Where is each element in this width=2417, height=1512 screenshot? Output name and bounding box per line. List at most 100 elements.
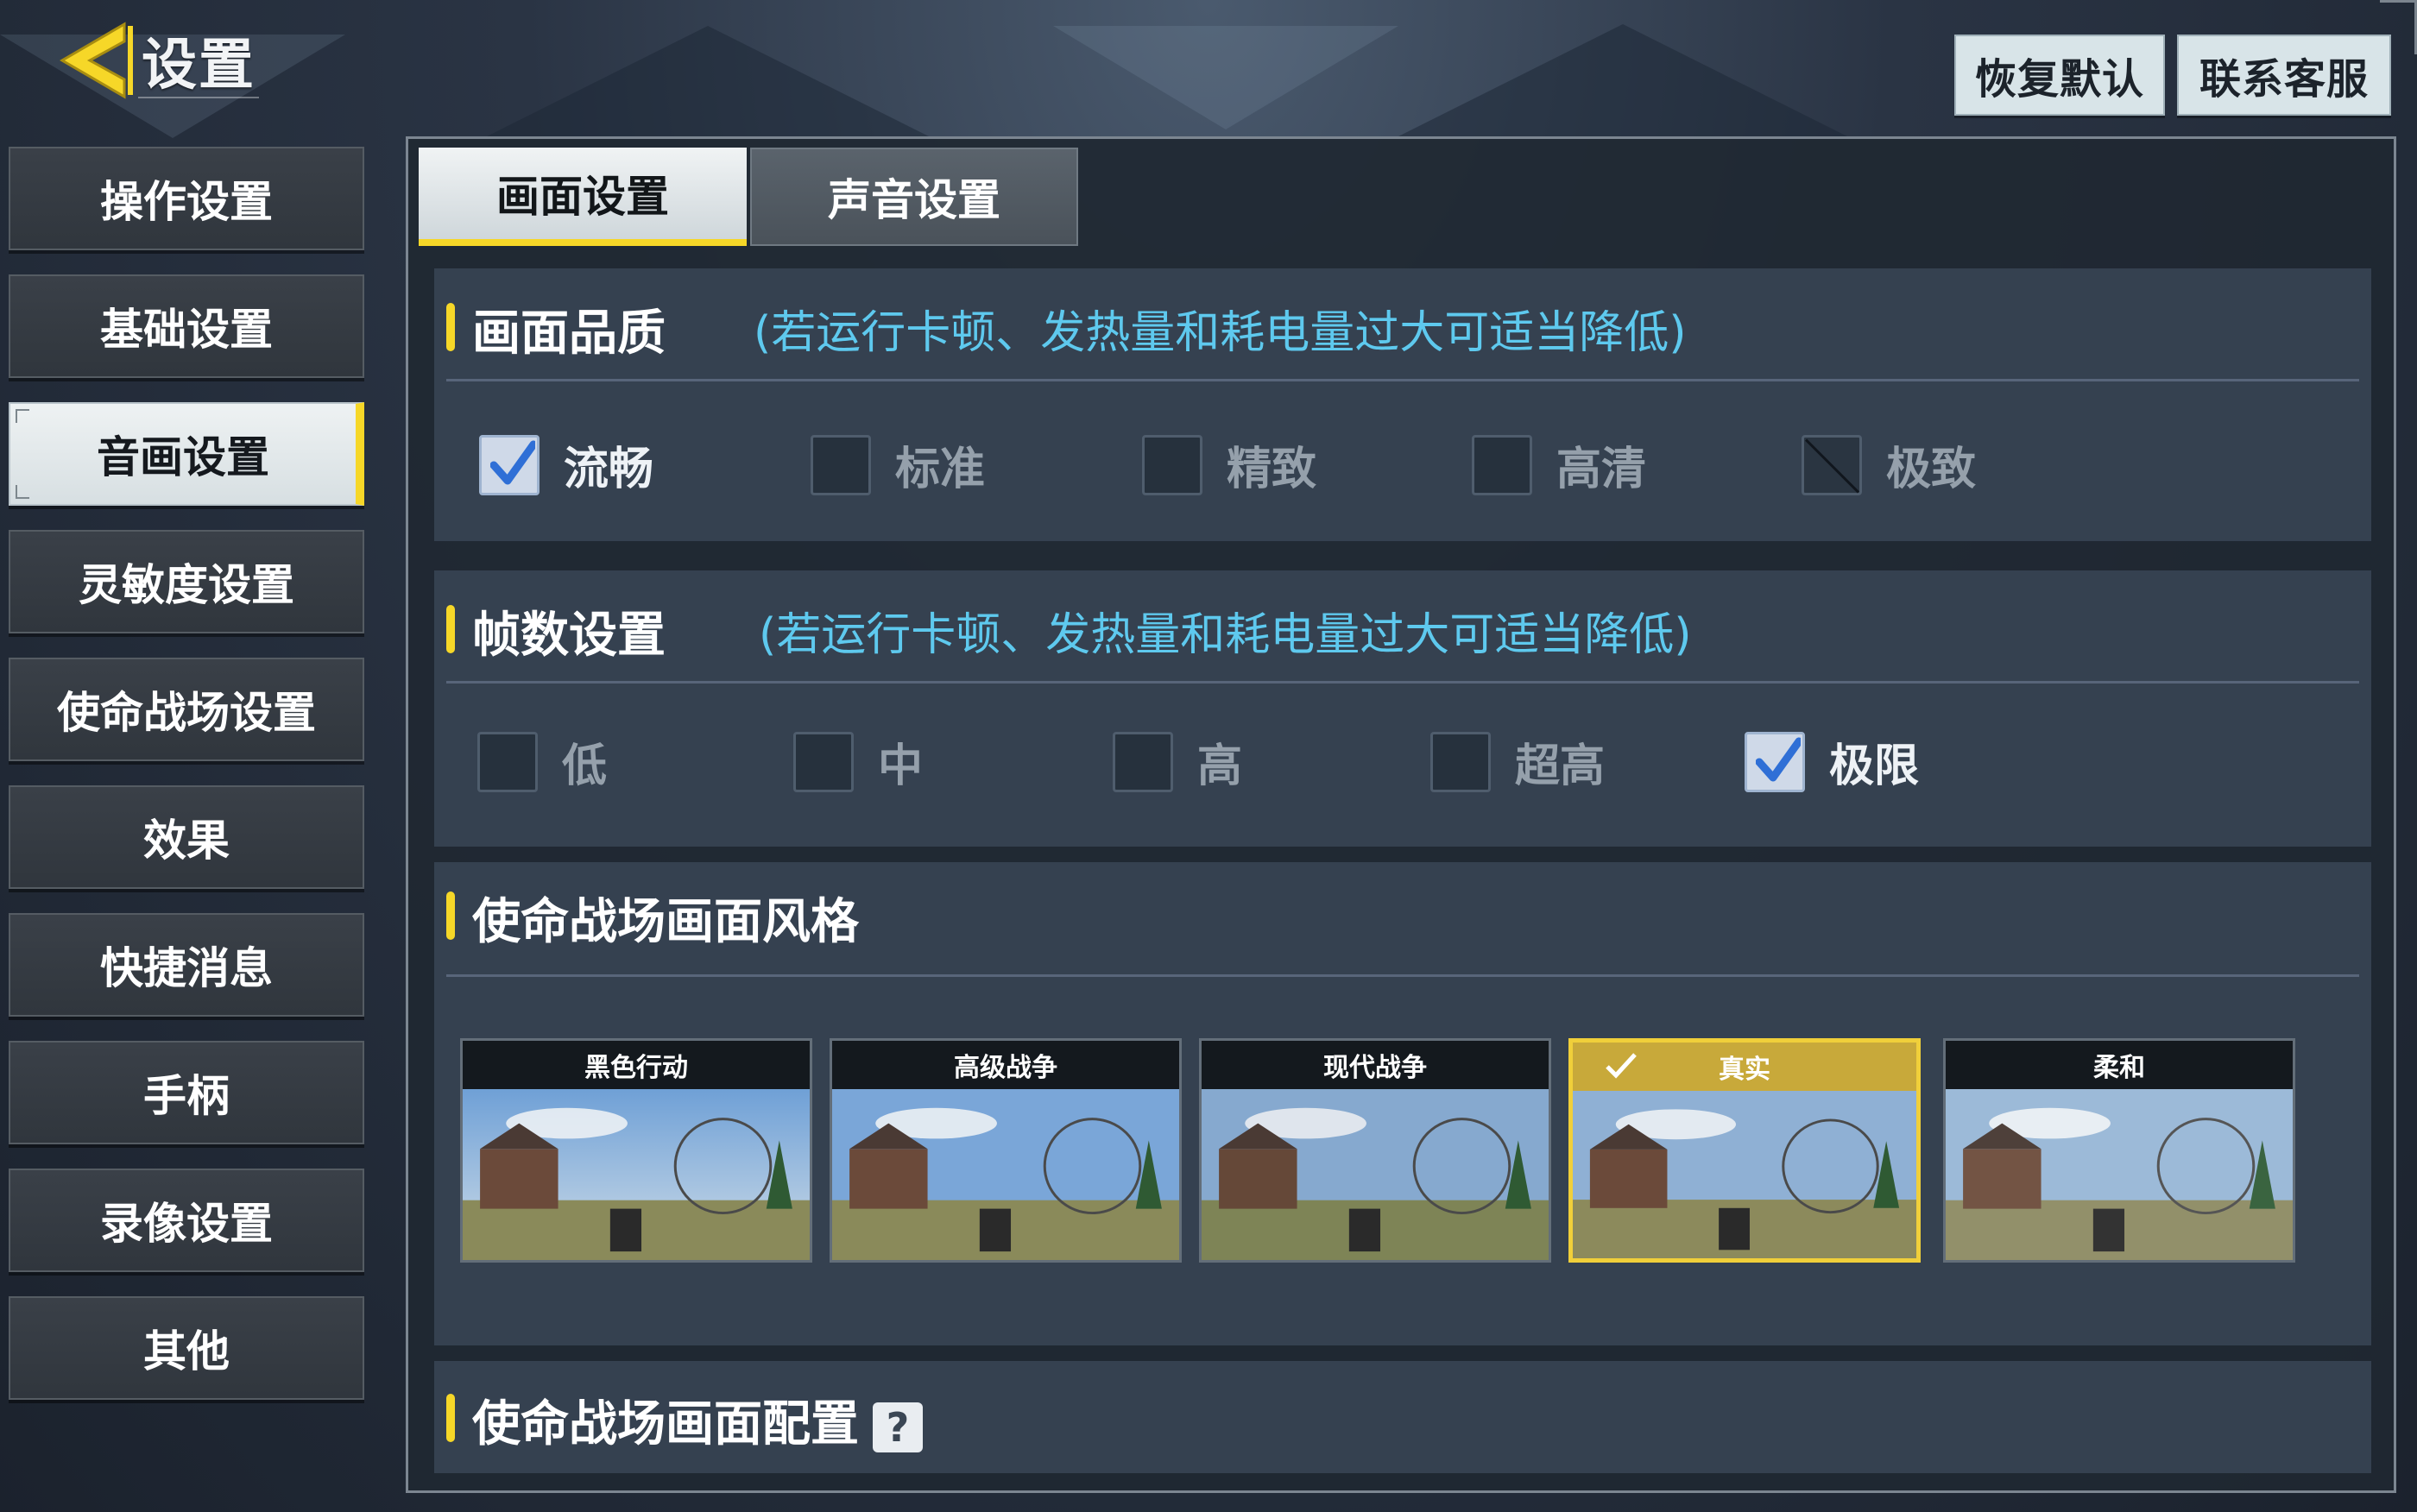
checkbox[interactable] bbox=[811, 434, 871, 495]
style-card-advanced-warfare[interactable]: 高级战争 bbox=[830, 1038, 1182, 1263]
option-label: 精致 bbox=[1227, 444, 1317, 495]
checkbox[interactable] bbox=[477, 731, 538, 792]
option-label: 高 bbox=[1197, 740, 1243, 792]
section-divider bbox=[446, 681, 2359, 684]
style-card-modern-warfare[interactable]: 现代战争 bbox=[1199, 1038, 1551, 1263]
framerate-option-max[interactable]: 极限 bbox=[1745, 729, 1919, 794]
back-button[interactable] bbox=[54, 17, 140, 104]
quality-option-fine[interactable]: 精致 bbox=[1142, 432, 1316, 497]
restore-default-button[interactable]: 恢复默认 bbox=[1954, 35, 2165, 116]
tab-sound[interactable]: 声音设置 bbox=[750, 148, 1078, 246]
quality-note: (若运行卡顿、发热量和耗电量过大可适当降低) bbox=[754, 307, 1687, 359]
card-label: 柔和 bbox=[1946, 1041, 2293, 1089]
background-decoration bbox=[1398, 24, 1847, 136]
framerate-option-very-high[interactable]: 超高 bbox=[1430, 729, 1605, 794]
quality-option-smooth[interactable]: 流畅 bbox=[479, 432, 653, 497]
checkbox[interactable] bbox=[1113, 731, 1173, 792]
sidebar-item-basic[interactable]: 基础设置 bbox=[9, 274, 364, 378]
sidebar-item-label: 音画设置 bbox=[97, 432, 269, 482]
style-card-realistic[interactable]: 真实 bbox=[1568, 1038, 1921, 1263]
section-accent-bar bbox=[446, 303, 455, 351]
checkbox-checked[interactable] bbox=[479, 434, 540, 495]
card-label-text: 真实 bbox=[1719, 1055, 1770, 1085]
checkbox[interactable] bbox=[1472, 434, 1532, 495]
title-underline bbox=[138, 97, 259, 98]
option-label: 高清 bbox=[1556, 444, 1647, 495]
sidebar-item-quick-messages[interactable]: 快捷消息 bbox=[9, 913, 364, 1017]
checkbox-disabled bbox=[1802, 434, 1862, 495]
help-icon[interactable]: ? bbox=[873, 1402, 923, 1452]
sidebar-item-label: 灵敏度设置 bbox=[79, 560, 294, 610]
section-accent-bar bbox=[446, 605, 455, 653]
checkbox[interactable] bbox=[793, 731, 854, 792]
checkbox[interactable] bbox=[1142, 434, 1202, 495]
style-title: 使命战场画面风格 bbox=[472, 894, 859, 950]
sidebar-item-label: 效果 bbox=[143, 816, 230, 866]
card-label: 高级战争 bbox=[832, 1041, 1179, 1089]
card-label: 现代战争 bbox=[1202, 1041, 1549, 1089]
check-icon bbox=[490, 440, 535, 484]
contact-support-button[interactable]: 联系客服 bbox=[2177, 35, 2391, 116]
option-label: 低 bbox=[562, 740, 608, 792]
tab-display[interactable]: 画面设置 bbox=[419, 148, 747, 246]
style-section: 使命战场画面风格 黑色行动 高级战争 现代战争 真实 柔和 bbox=[434, 862, 2371, 1345]
sidebar-item-battlefield[interactable]: 使命战场设置 bbox=[9, 658, 364, 761]
style-preview-image bbox=[1946, 1089, 2293, 1260]
quality-option-ultra: 极致 bbox=[1802, 432, 1976, 497]
framerate-note: (若运行卡顿、发热量和耗电量过大可适当降低) bbox=[759, 609, 1692, 661]
sidebar-item-controls[interactable]: 操作设置 bbox=[9, 147, 364, 250]
checkbox-checked[interactable] bbox=[1745, 731, 1805, 792]
style-preview-image bbox=[832, 1089, 1179, 1260]
framerate-section: 帧数设置 (若运行卡顿、发热量和耗电量过大可适当降低) 低 中 高 超高 极限 bbox=[434, 570, 2371, 847]
sidebar-item-effects[interactable]: 效果 bbox=[9, 785, 364, 889]
section-divider bbox=[446, 379, 2359, 381]
sidebar-item-audio-visual[interactable]: 音画设置 bbox=[9, 402, 364, 506]
page-title: 设置 bbox=[142, 34, 256, 98]
sidebar-item-label: 其他 bbox=[143, 1326, 230, 1377]
option-label: 超高 bbox=[1515, 740, 1606, 792]
option-label: 流畅 bbox=[564, 444, 654, 495]
style-card-soft[interactable]: 柔和 bbox=[1943, 1038, 2295, 1263]
framerate-option-high[interactable]: 高 bbox=[1113, 729, 1242, 794]
sidebar-item-label: 使命战场设置 bbox=[57, 688, 316, 738]
settings-panel: 画面设置 声音设置 画面品质 (若运行卡顿、发热量和耗电量过大可适当降低) 流畅… bbox=[406, 136, 2396, 1493]
option-label: 极限 bbox=[1829, 740, 1920, 792]
quality-title: 画面品质 bbox=[472, 306, 666, 362]
sidebar-item-label: 基础设置 bbox=[100, 305, 273, 355]
config-section: 使命战场画面配置? bbox=[434, 1361, 2371, 1473]
background-decoration bbox=[1053, 26, 1398, 129]
quality-option-standard[interactable]: 标准 bbox=[811, 432, 985, 497]
option-label: 标准 bbox=[895, 444, 986, 495]
check-icon bbox=[1756, 737, 1801, 781]
framerate-title: 帧数设置 bbox=[472, 608, 666, 664]
section-accent-bar bbox=[446, 891, 455, 940]
sidebar-item-label: 操作设置 bbox=[100, 177, 273, 227]
sidebar-item-sensitivity[interactable]: 灵敏度设置 bbox=[9, 530, 364, 633]
framerate-option-low[interactable]: 低 bbox=[477, 729, 607, 794]
back-arrow-icon bbox=[60, 22, 133, 99]
check-icon bbox=[1606, 1053, 1637, 1079]
sidebar-item-controller[interactable]: 手柄 bbox=[9, 1041, 364, 1144]
quality-option-hd[interactable]: 高清 bbox=[1472, 432, 1646, 497]
config-title: 使命战场画面配置? bbox=[472, 1385, 923, 1455]
sidebar-item-recording[interactable]: 录像设置 bbox=[9, 1169, 364, 1272]
sidebar-item-label: 快捷消息 bbox=[100, 943, 273, 993]
card-label: 真实 bbox=[1573, 1043, 1916, 1091]
sidebar-item-label: 录像设置 bbox=[100, 1199, 273, 1249]
sidebar-item-other[interactable]: 其他 bbox=[9, 1296, 364, 1400]
section-divider bbox=[446, 974, 2359, 977]
quality-section: 画面品质 (若运行卡顿、发热量和耗电量过大可适当降低) 流畅 标准 精致 高清 … bbox=[434, 268, 2371, 541]
style-preview-image bbox=[1202, 1089, 1549, 1260]
background-decoration bbox=[483, 26, 932, 138]
checkbox[interactable] bbox=[1430, 731, 1491, 792]
style-preview-image bbox=[463, 1089, 810, 1260]
option-label: 极致 bbox=[1886, 444, 1977, 495]
corner-decoration bbox=[2380, 0, 2417, 54]
style-card-black-ops[interactable]: 黑色行动 bbox=[460, 1038, 812, 1263]
card-label: 黑色行动 bbox=[463, 1041, 810, 1089]
framerate-option-medium[interactable]: 中 bbox=[793, 729, 923, 794]
section-accent-bar bbox=[446, 1394, 455, 1442]
config-title-text: 使命战场画面配置 bbox=[472, 1396, 859, 1452]
style-preview-image bbox=[1573, 1091, 1916, 1258]
option-label: 中 bbox=[878, 740, 924, 792]
